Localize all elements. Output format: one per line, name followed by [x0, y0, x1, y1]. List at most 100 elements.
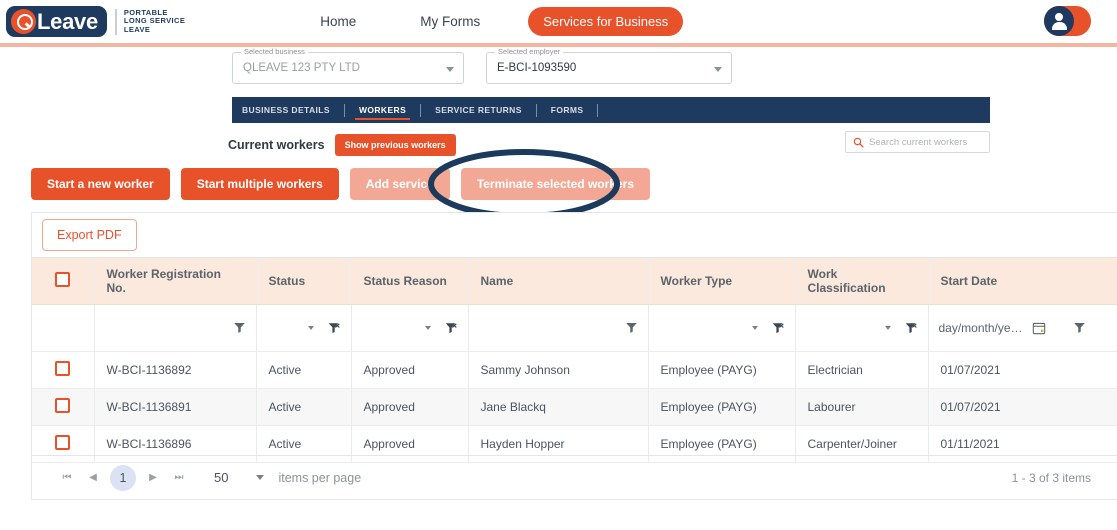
logo-divider — [114, 8, 117, 35]
filter-cell-work-classification — [795, 304, 929, 352]
last-page-button[interactable]: ⏭ — [166, 465, 192, 491]
current-workers-bar: Current workers Show previous workers — [228, 134, 456, 156]
workers-table: Worker Registration No. Status Status Re… — [32, 258, 1117, 463]
column-header-worker-registration-no[interactable]: Worker Registration No. — [94, 258, 257, 305]
column-header-status[interactable]: Status — [256, 258, 352, 305]
filter-icon[interactable] — [233, 321, 246, 334]
start-a-new-worker-button[interactable]: Start a new worker — [31, 168, 170, 200]
avatar-circle — [1044, 6, 1074, 36]
page-number-1[interactable]: 1 — [110, 464, 136, 491]
main-nav: Home My Forms Services for Business — [288, 7, 684, 36]
chevron-down-icon[interactable] — [884, 325, 891, 330]
logo-tagline: PORTABLE LONG SERVICE LEAVE — [123, 8, 185, 35]
selected-business-value: QLEAVE 123 PTY LTD — [243, 62, 360, 74]
chevron-down-icon[interactable] — [307, 325, 314, 330]
qleave-logo[interactable]: Leave PORTABLE LONG SERVICE LEAVE — [6, 6, 185, 37]
cell-work-classification: Labourer — [795, 388, 929, 426]
calendar-icon[interactable] — [1032, 321, 1046, 335]
column-header-status-reason[interactable]: Status Reason — [351, 258, 469, 305]
chevron-down-icon[interactable] — [714, 67, 722, 72]
chevron-down-icon[interactable] — [751, 325, 758, 330]
next-page-button[interactable]: ▶ — [140, 465, 166, 491]
logo-tagline-line-3: LEAVE — [123, 24, 151, 34]
selected-employer-select[interactable]: Selected employer E-BCI-1093590 — [486, 47, 732, 84]
table-header-row: Worker Registration No. Status Status Re… — [32, 258, 1117, 305]
nav-item-my-forms[interactable]: My Forms — [388, 14, 512, 29]
cell-worker-type: Employee (PAYG) — [648, 351, 796, 389]
tab-forms[interactable]: FORMS — [537, 97, 598, 123]
row-checkbox[interactable] — [55, 360, 71, 376]
cell-status: Active — [256, 351, 352, 389]
export-pdf-button[interactable]: Export PDF — [42, 219, 137, 251]
filter-clear-icon[interactable] — [444, 321, 458, 335]
filter-cell-start-date: day/month/ye… — [928, 304, 1117, 352]
tab-divider — [597, 103, 599, 117]
table-row[interactable]: W-BCI-1136892 Active Approved Sammy John… — [32, 351, 1117, 389]
add-service-button[interactable]: Add service — [349, 168, 450, 200]
start-multiple-workers-button[interactable]: Start multiple workers — [180, 168, 339, 200]
q-mark-icon — [11, 9, 36, 34]
chevron-down-icon[interactable] — [256, 475, 265, 480]
filter-cell-status — [256, 304, 352, 352]
select-all-checkbox[interactable] — [55, 271, 71, 287]
selected-business-label: Selected business — [241, 47, 308, 56]
user-icon-body — [1051, 22, 1067, 30]
table-row[interactable]: W-BCI-1136891 Active Approved Jane Black… — [32, 388, 1117, 426]
select-all-header[interactable] — [32, 258, 95, 305]
search-placeholder: Search current workers — [869, 136, 968, 148]
filter-clear-icon[interactable] — [904, 321, 918, 335]
tab-business-details[interactable]: BUSINESS DETAILS — [232, 97, 344, 123]
column-header-start-date[interactable]: Start Date — [928, 258, 1117, 305]
filter-icon[interactable] — [1073, 321, 1086, 334]
filter-clear-icon[interactable] — [771, 321, 785, 335]
terminate-selected-workers-button[interactable]: Terminate selected workers — [460, 168, 650, 200]
tab-service-returns[interactable]: SERVICE RETURNS — [421, 97, 536, 123]
row-select-cell[interactable] — [32, 388, 95, 426]
previous-page-button[interactable]: ◀ — [80, 465, 106, 491]
search-icon — [853, 137, 864, 148]
cell-status-reason: Approved — [351, 351, 469, 389]
cell-worker-registration-no: W-BCI-1136891 — [94, 388, 257, 426]
row-checkbox[interactable] — [55, 397, 71, 413]
column-header-work-classification[interactable]: Work Classification — [795, 258, 929, 305]
row-select-cell[interactable] — [32, 351, 95, 389]
selected-employer-label: Selected employer — [495, 47, 564, 56]
cell-worker-type: Employee (PAYG) — [648, 388, 796, 426]
cell-worker-registration-no: W-BCI-1136892 — [94, 351, 257, 389]
selected-business-select[interactable]: Selected business QLEAVE 123 PTY LTD — [232, 47, 464, 84]
show-previous-workers-button[interactable]: Show previous workers — [334, 134, 456, 156]
section-tabbar: BUSINESS DETAILS WORKERS SERVICE RETURNS… — [232, 97, 990, 123]
filter-cell-name — [468, 304, 649, 352]
item-count-label: 1 - 3 of 3 items — [1011, 470, 1091, 485]
filter-clear-icon[interactable] — [327, 321, 341, 335]
nav-item-services-for-business[interactable]: Services for Business — [528, 7, 684, 36]
tab-workers[interactable]: WORKERS — [345, 97, 420, 123]
worker-action-buttons: Start a new worker Start multiple worker… — [31, 168, 650, 200]
page-size-value[interactable]: 50 — [214, 470, 228, 485]
logo-badge: Leave — [6, 6, 107, 37]
chevron-down-icon[interactable] — [424, 325, 431, 330]
items-per-page-label: items per page — [278, 470, 362, 485]
workers-table-panel: Export PDF Worker Registration No. Statu… — [31, 212, 1117, 500]
date-filter-placeholder[interactable]: day/month/ye… — [939, 321, 1023, 335]
table-toolbar: Export PDF — [32, 213, 1117, 258]
context-selectors: Selected business QLEAVE 123 PTY LTD Sel… — [232, 47, 732, 84]
current-workers-title: Current workers — [228, 138, 325, 152]
chevron-down-icon[interactable] — [446, 67, 454, 72]
pagination-bar: ⏮ ◀ 1 ▶ ⏭ 50 items per page 1 - 3 of 3 i… — [32, 455, 1117, 499]
filter-icon[interactable] — [625, 321, 638, 334]
cell-status: Active — [256, 388, 352, 426]
search-current-workers[interactable]: Search current workers — [845, 131, 990, 153]
nav-item-home[interactable]: Home — [288, 14, 388, 29]
cell-name: Jane Blackq — [468, 388, 649, 426]
row-checkbox[interactable] — [55, 434, 71, 450]
selected-employer-value: E-BCI-1093590 — [497, 62, 577, 74]
first-page-button[interactable]: ⏮ — [54, 465, 80, 491]
filter-cell-empty — [32, 304, 95, 352]
logo-wordmark: Leave — [37, 8, 98, 34]
avatar[interactable] — [1044, 6, 1091, 36]
column-header-name[interactable]: Name — [468, 258, 649, 305]
cell-name: Sammy Johnson — [468, 351, 649, 389]
column-header-worker-type[interactable]: Worker Type — [648, 258, 796, 305]
user-icon — [1055, 13, 1063, 21]
